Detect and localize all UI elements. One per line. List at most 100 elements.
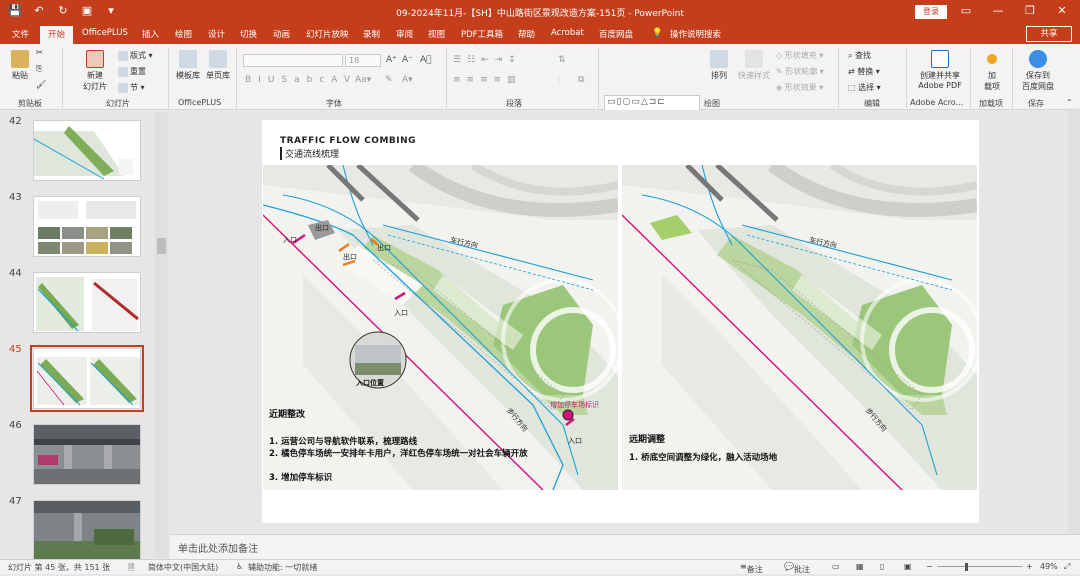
- maximize-icon[interactable]: ❐: [1021, 4, 1039, 17]
- list-icons[interactable]: ☰☷⇤⇥↕: [453, 55, 522, 65]
- tab-home[interactable]: 开始: [40, 26, 74, 44]
- tab-pdf-tools[interactable]: PDF工具箱: [461, 28, 503, 40]
- ribbon-display-icon[interactable]: ▭: [957, 4, 975, 17]
- slide-thumbnail[interactable]: [33, 500, 141, 561]
- smartart-icon[interactable]: ⧉: [578, 75, 584, 85]
- arrange-button[interactable]: 排列: [706, 50, 732, 81]
- select-icon: ⬚: [848, 83, 856, 92]
- group-clipboard: 剪贴板: [18, 99, 42, 108]
- addins-icon: [987, 54, 997, 64]
- zoom-slider-track[interactable]: [938, 566, 1022, 567]
- tab-acrobat[interactable]: Acrobat: [551, 28, 584, 38]
- save-to-baidu-button[interactable]: 保存到 百度网盘: [1018, 50, 1058, 92]
- layout-button[interactable]: 版式 ▾: [118, 50, 153, 61]
- create-pdf-button[interactable]: 创建并共享 Adobe PDF: [912, 50, 968, 90]
- close-icon[interactable]: ✕: [1053, 4, 1071, 17]
- zoom-slider-thumb[interactable]: [965, 563, 968, 571]
- accessibility-status[interactable]: 辅助功能: 一切就绪: [248, 562, 317, 573]
- grow-font-icon[interactable]: A⁺: [386, 55, 397, 65]
- map-label-exit: 出口: [343, 253, 357, 261]
- minimize-icon[interactable]: —: [989, 4, 1007, 17]
- map-label-parking-sign: 增加停车场标识: [550, 401, 599, 409]
- right-map: 车行方向 步行方向: [622, 165, 977, 490]
- section-button[interactable]: 节 ▾: [118, 82, 145, 93]
- align-icons[interactable]: ≡≡≡≡▥: [453, 75, 522, 85]
- accessibility-icon[interactable]: ♿: [236, 562, 243, 571]
- tab-slideshow[interactable]: 幻灯片放映: [306, 28, 349, 40]
- zoom-out-icon[interactable]: −: [926, 562, 933, 571]
- addins-button[interactable]: 加 载项: [978, 50, 1006, 92]
- select-button[interactable]: ⬚ 选择 ▾: [848, 82, 881, 93]
- tab-review[interactable]: 审阅: [396, 28, 413, 40]
- tab-transitions[interactable]: 切换: [240, 28, 257, 40]
- slideshow-icon[interactable]: ▣: [904, 562, 912, 571]
- group-editing: 编辑: [864, 99, 880, 108]
- align-text-icon[interactable]: ⫶: [558, 75, 560, 85]
- tab-baidu[interactable]: 百度网盘: [599, 28, 633, 40]
- shape-effects-button[interactable]: ◈ 形状效果 ▾: [776, 82, 823, 93]
- shape-fill-button[interactable]: ◇ 形状填充 ▾: [776, 50, 823, 61]
- slide-thumbnail[interactable]: [33, 272, 141, 333]
- zoom-level[interactable]: 49%: [1040, 562, 1058, 571]
- fit-slide-icon[interactable]: ⤢: [1064, 562, 1070, 572]
- text-direction-icon[interactable]: ⇅: [558, 55, 566, 65]
- case-icon[interactable]: Aa▾: [355, 75, 371, 85]
- font-format-icons[interactable]: BIUSabcAV: [245, 75, 357, 85]
- font-color-icon[interactable]: A▾: [402, 75, 413, 85]
- highlight-icon[interactable]: ✎: [385, 75, 393, 85]
- find-button[interactable]: ⌕ 查找: [848, 50, 871, 61]
- shrink-font-icon[interactable]: A⁻: [402, 55, 413, 65]
- copy-icon[interactable]: ⎘: [36, 64, 42, 74]
- zoom-in-icon[interactable]: +: [1026, 562, 1033, 571]
- quick-styles-icon: [745, 50, 763, 68]
- slide-thumbnail-active[interactable]: [30, 345, 144, 412]
- paste-button[interactable]: 粘贴: [8, 50, 32, 81]
- slide-thumbnail[interactable]: [33, 120, 141, 181]
- tab-officeplus[interactable]: OfficePLUS: [82, 28, 128, 38]
- collapse-ribbon-icon[interactable]: ⌃: [1066, 98, 1073, 107]
- reading-view-icon[interactable]: ▯: [880, 562, 884, 571]
- tab-draw[interactable]: 绘图: [175, 28, 192, 40]
- tab-design[interactable]: 设计: [208, 28, 225, 40]
- font-size-combo[interactable]: 18: [345, 54, 381, 67]
- clear-format-icon[interactable]: A⃠: [420, 55, 432, 65]
- tab-animations[interactable]: 动画: [273, 28, 290, 40]
- tell-me-search[interactable]: 操作说明搜索: [670, 28, 721, 40]
- tab-file[interactable]: 文件: [12, 28, 29, 40]
- share-button[interactable]: 共享: [1026, 26, 1072, 42]
- tab-view[interactable]: 视图: [428, 28, 445, 40]
- group-slides: 幻灯片: [106, 99, 130, 108]
- reset-button[interactable]: 重置: [118, 66, 146, 77]
- editor-scrollbar[interactable]: [1068, 110, 1080, 534]
- login-button[interactable]: 登录: [915, 5, 947, 19]
- new-slide-button[interactable]: 新建 幻灯片: [78, 50, 112, 92]
- group-paragraph: 段落: [506, 99, 522, 108]
- comments-button[interactable]: 💬 批注: [784, 562, 810, 574]
- tab-record[interactable]: 录制: [363, 28, 380, 40]
- quick-styles-button[interactable]: 快速样式: [734, 50, 774, 81]
- notes-pane[interactable]: 单击此处添加备注: [170, 534, 1080, 559]
- clipboard-icon: [11, 50, 29, 68]
- cut-icon[interactable]: ✂: [36, 48, 43, 57]
- notes-toggle-button[interactable]: ≡ 备注: [740, 562, 763, 574]
- map-label-entry: 入口: [283, 236, 297, 244]
- current-slide[interactable]: TRAFFIC FLOW COMBING 交通流线梳理 出口 出口 出口 入口 …: [262, 120, 979, 523]
- font-name-combo[interactable]: [243, 54, 343, 67]
- thumbnails-scrollbar[interactable]: [155, 112, 168, 558]
- tab-insert[interactable]: 插入: [142, 28, 159, 40]
- template-library-button[interactable]: 模板库: [174, 50, 202, 81]
- shape-outline-button[interactable]: ✎ 形状轮廓 ▾: [776, 66, 824, 77]
- language-indicator[interactable]: 简体中文(中国大陆): [148, 562, 218, 573]
- normal-view-icon[interactable]: ▭: [832, 562, 840, 571]
- ribbon: 粘贴 ✂ ⎘ 🖌 剪贴板 新建 幻灯片 版式 ▾ 重置 节 ▾ 幻灯片 模板库 …: [0, 44, 1080, 137]
- single-page-library-button[interactable]: 单页库: [204, 50, 232, 81]
- group-officeplus: OfficePLUS: [178, 98, 222, 107]
- slide-thumbnail[interactable]: [33, 196, 141, 257]
- format-painter-icon[interactable]: 🖌: [36, 80, 46, 89]
- scrollbar-thumb[interactable]: [157, 238, 166, 254]
- tab-help[interactable]: 帮助: [518, 28, 535, 40]
- slide-sorter-icon[interactable]: ▦: [856, 562, 864, 571]
- template-icon: [179, 50, 197, 68]
- replace-button[interactable]: ⇄ 替换 ▾: [848, 66, 880, 77]
- slide-thumbnail[interactable]: [33, 424, 141, 485]
